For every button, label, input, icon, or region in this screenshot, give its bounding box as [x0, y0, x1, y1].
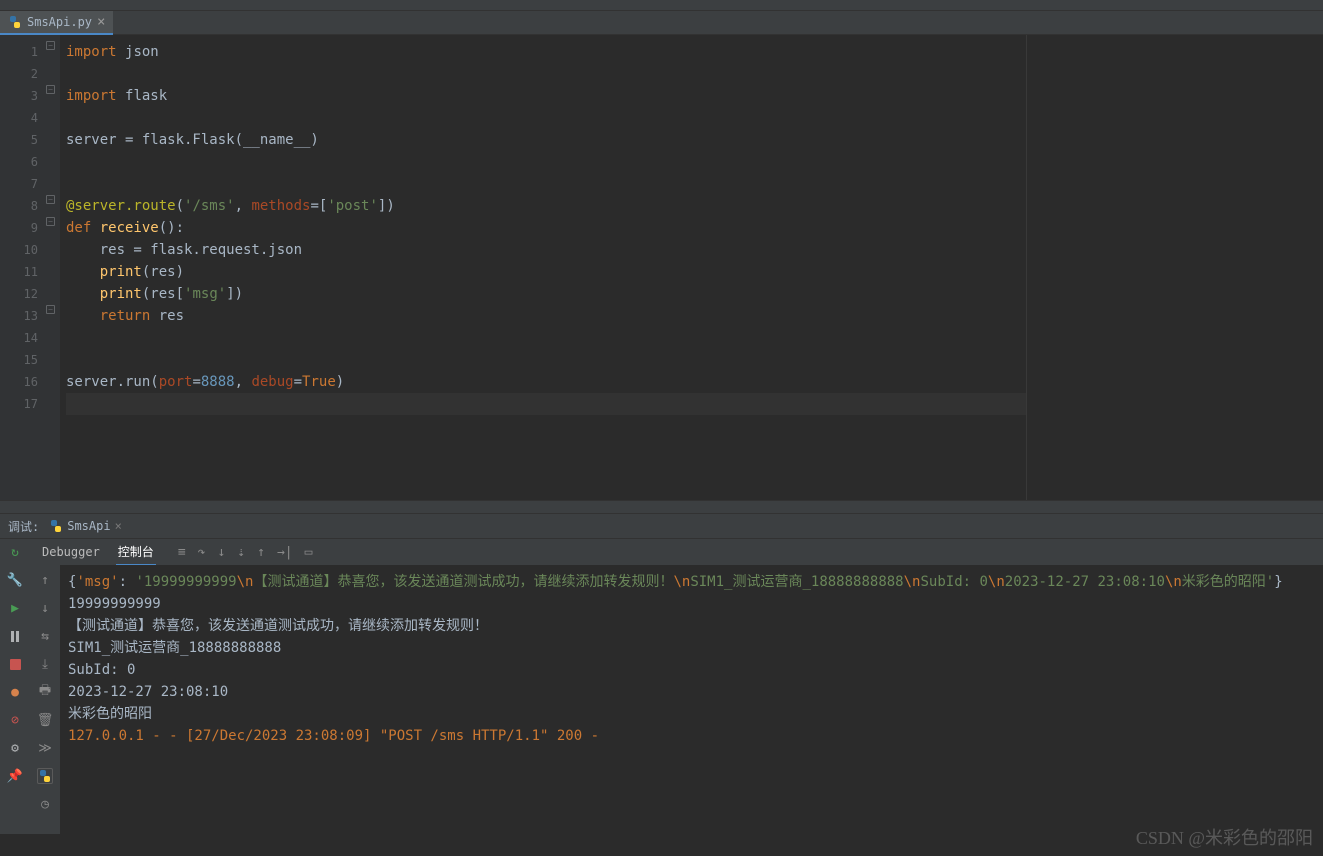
- step-out-icon[interactable]: ↑: [257, 545, 265, 560]
- fold-icon[interactable]: −: [46, 305, 55, 314]
- wrap-icon[interactable]: ⇆: [36, 627, 54, 645]
- close-tab-icon[interactable]: ×: [97, 14, 105, 30]
- fold-strip[interactable]: − − − − −: [44, 35, 60, 500]
- step-over-icon[interactable]: ≡: [178, 545, 186, 560]
- debug-side-toolbar: ↻ 🔧 ▶ ● ⊘ ⚙ 📌: [0, 539, 30, 834]
- pause-icon[interactable]: [6, 627, 24, 645]
- console-tab-bar: Debugger 控制台 ≡ ↷ ↓ ⇣ ↑ →| ▭: [30, 539, 1323, 565]
- fold-icon[interactable]: −: [46, 217, 55, 226]
- console-wrap: Debugger 控制台 ≡ ↷ ↓ ⇣ ↑ →| ▭ ↑ ↓ ⇆ ⤓ 🖶 🗑 …: [30, 539, 1323, 834]
- editor-tab-bar: SmsApi.py ×: [0, 11, 1323, 35]
- fold-icon[interactable]: −: [46, 41, 55, 50]
- scroll-end-icon[interactable]: ⤓: [36, 655, 54, 673]
- force-step-icon[interactable]: ⇣: [237, 545, 245, 560]
- debug-body: ↻ 🔧 ▶ ● ⊘ ⚙ 📌 Debugger 控制台 ≡ ↷ ↓ ⇣ ↑ →| …: [0, 539, 1323, 834]
- run-to-cursor-icon[interactable]: →|: [277, 545, 293, 560]
- prompt-icon[interactable]: ≫: [36, 739, 54, 757]
- code-minimap[interactable]: [1026, 35, 1323, 500]
- up-icon[interactable]: ↑: [36, 571, 54, 589]
- fold-icon[interactable]: −: [46, 85, 55, 94]
- python-icon: [49, 519, 63, 533]
- splitter[interactable]: [0, 500, 1323, 514]
- debug-panel-header: 调试: SmsApi ×: [0, 514, 1323, 539]
- rerun-icon[interactable]: ↻: [6, 543, 24, 561]
- console-inner: ↑ ↓ ⇆ ⤓ 🖶 🗑 ≫ ◷ {'msg': '19999999999\n【测…: [30, 565, 1323, 834]
- mute-breakpoints-icon[interactable]: ⊘: [6, 711, 24, 729]
- settings-icon[interactable]: 🔧: [6, 571, 24, 589]
- tab-filename: SmsApi.py: [27, 15, 92, 29]
- close-icon[interactable]: ×: [115, 519, 122, 533]
- line-number-gutter[interactable]: 1 2 3 4 5 6 7 8 9 10 11 12 13 14 15 16 1…: [0, 35, 44, 500]
- resume-icon[interactable]: ▶: [6, 599, 24, 617]
- python-file-icon: [8, 15, 22, 29]
- gear-icon[interactable]: ⚙: [6, 739, 24, 757]
- print-icon[interactable]: 🖶: [36, 683, 54, 701]
- step-down-icon[interactable]: ↓: [217, 545, 225, 560]
- clear-icon[interactable]: 🗑: [36, 711, 54, 729]
- console-side-toolbar: ↑ ↓ ⇆ ⤓ 🖶 🗑 ≫ ◷: [30, 565, 60, 834]
- console-output[interactable]: {'msg': '19999999999\n【测试通道】恭喜您，该发送通道测试成…: [60, 565, 1323, 834]
- tab-console[interactable]: 控制台: [116, 539, 156, 566]
- history-icon[interactable]: ◷: [36, 795, 54, 813]
- python-console-icon[interactable]: [36, 767, 54, 785]
- stop-icon[interactable]: [6, 655, 24, 673]
- fold-icon[interactable]: −: [46, 195, 55, 204]
- title-bar: [0, 0, 1323, 11]
- debug-run-tab[interactable]: SmsApi ×: [49, 519, 122, 533]
- step-into-icon[interactable]: ↷: [198, 545, 206, 560]
- down-icon[interactable]: ↓: [36, 599, 54, 617]
- breakpoint-icon[interactable]: ●: [6, 683, 24, 701]
- editor-area: 1 2 3 4 5 6 7 8 9 10 11 12 13 14 15 16 1…: [0, 35, 1323, 500]
- debug-label: 调试:: [8, 518, 39, 535]
- evaluate-icon[interactable]: ▭: [305, 545, 313, 560]
- tab-debugger[interactable]: Debugger: [40, 541, 102, 563]
- file-tab-smsapi[interactable]: SmsApi.py ×: [0, 11, 113, 35]
- console-toolbar: ≡ ↷ ↓ ⇣ ↑ →| ▭: [178, 545, 313, 560]
- code-editor[interactable]: import json import flask server = flask.…: [60, 35, 1026, 500]
- pin-icon[interactable]: 📌: [6, 767, 24, 785]
